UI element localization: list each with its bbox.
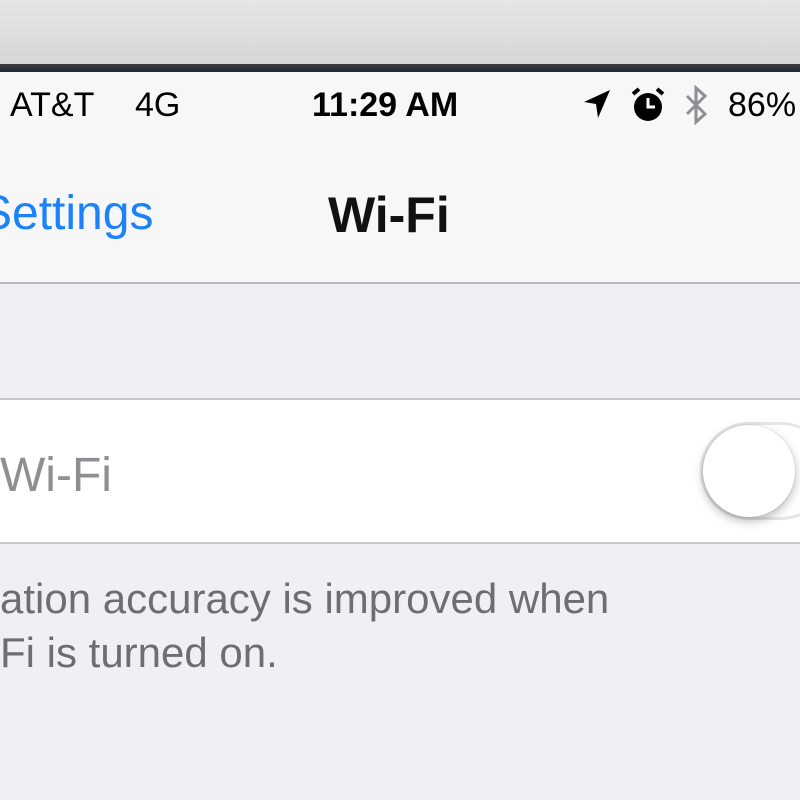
footer-line-2: Fi is turned on. xyxy=(0,629,278,676)
network-type-label: 4G xyxy=(135,86,181,124)
wifi-footer-note: ation accuracy is improved when Fi is tu… xyxy=(0,572,780,680)
carrier-label: AT&T xyxy=(10,86,95,124)
wifi-setting-row: Wi-Fi xyxy=(0,398,800,544)
page-title: Wi-Fi xyxy=(328,187,450,243)
footer-line-1: ation accuracy is improved when xyxy=(0,575,610,622)
toggle-knob xyxy=(703,425,795,517)
location-arrow-icon xyxy=(584,90,610,118)
device-edge xyxy=(0,64,800,72)
status-bar: AT&T 4G 11:29 AM 86% xyxy=(0,72,800,144)
wifi-row-label: Wi-Fi xyxy=(0,449,112,502)
bluetooth-icon xyxy=(685,84,708,126)
battery-percentage: 86% xyxy=(728,86,797,124)
alarm-clock-icon xyxy=(631,87,665,121)
status-time: 11:29 AM xyxy=(312,86,459,124)
navigation-bar: Settings Wi-Fi xyxy=(0,144,800,284)
device-bezel xyxy=(0,0,800,72)
back-button[interactable]: Settings xyxy=(0,186,153,241)
wifi-toggle-switch[interactable] xyxy=(700,422,800,520)
